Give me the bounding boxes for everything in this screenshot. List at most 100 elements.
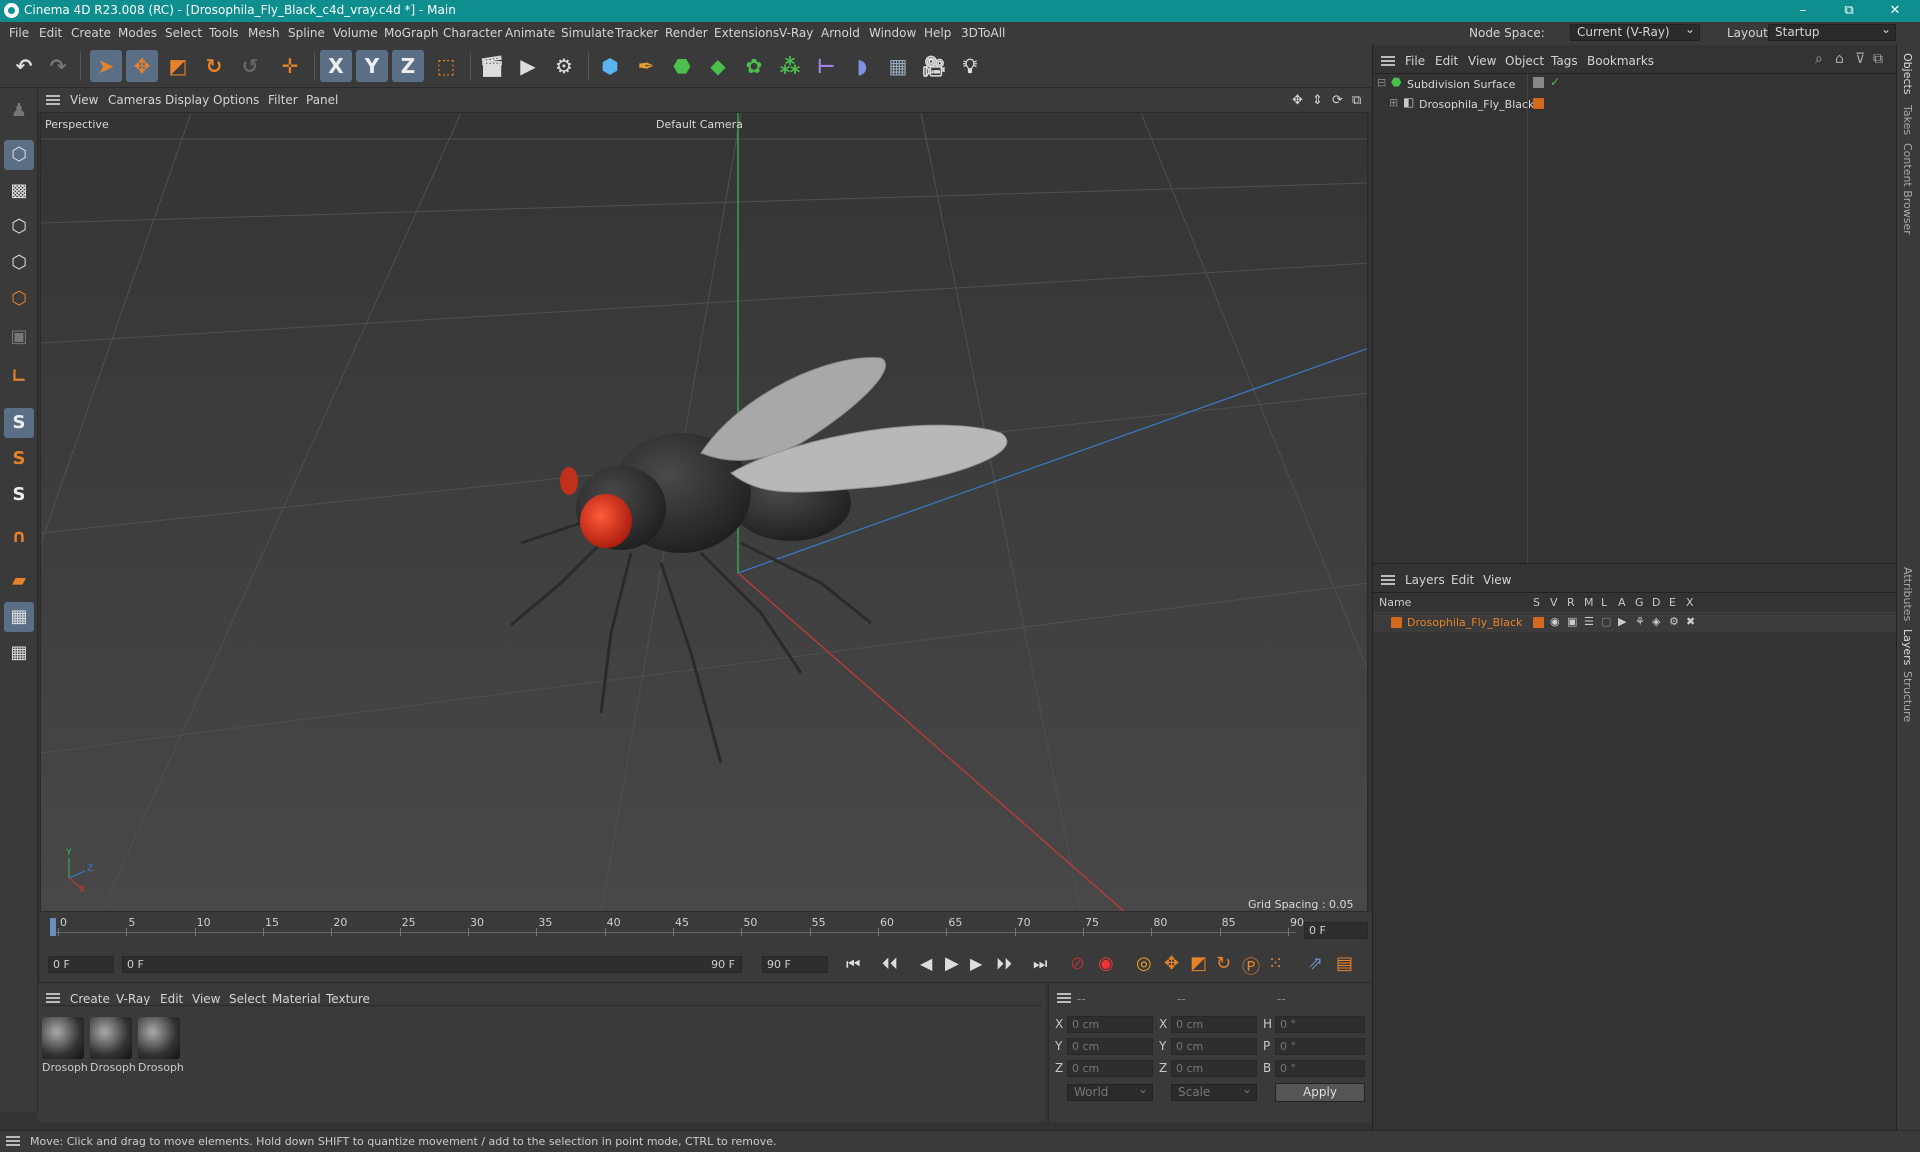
apply-button[interactable]: Apply [1275, 1083, 1365, 1102]
layer-row[interactable]: Drosophila_Fly_Black ◉ ▣ ☰ ▢ ▶ ⚘ ◈ ⚙ ✖ [1373, 614, 1897, 632]
snap-toggle-button[interactable]: S [4, 408, 34, 438]
material-menu-edit[interactable]: Edit [160, 992, 183, 1006]
grid-plane-button[interactable]: ▦ [4, 602, 34, 632]
layer-animation-icon[interactable]: ▶ [1618, 615, 1626, 628]
layer-generator-icon[interactable]: ⚘ [1635, 615, 1645, 628]
tab-structure[interactable]: Structure [1901, 671, 1914, 722]
menu-tracker[interactable]: Tracker [615, 26, 658, 40]
axis-mode-button[interactable]: ∟ [4, 362, 34, 392]
menu-select[interactable]: Select [165, 26, 202, 40]
menu-animate[interactable]: Animate [505, 26, 555, 40]
material-menu-vray[interactable]: V-Ray [116, 992, 150, 1006]
frame-range-slider[interactable]: 0 F 90 F [122, 956, 742, 973]
viewport-menu-view[interactable]: View [70, 93, 98, 107]
menu-modes[interactable]: Modes [118, 26, 157, 40]
material-swatch-2[interactable]: Drosoph [90, 1017, 136, 1079]
tab-objects[interactable]: Objects [1901, 53, 1914, 95]
rot-b-field[interactable]: 0 ° [1275, 1060, 1365, 1077]
size-y-field[interactable]: 0 cm [1171, 1038, 1257, 1055]
layers-menu-edit[interactable]: Edit [1451, 573, 1474, 587]
layer-lock-icon[interactable]: ▢ [1601, 615, 1611, 628]
camera-button[interactable]: 🎥︎ [918, 50, 950, 82]
key-rotation-icon[interactable]: ↻ [1216, 953, 1231, 974]
deformer-button[interactable]: ⊢ [810, 50, 842, 82]
viewport-menu-options[interactable]: Options [213, 93, 259, 107]
workplane-button[interactable]: ▰ [4, 566, 34, 596]
move-tool-button[interactable]: ✥ [126, 50, 158, 82]
3d-viewport[interactable]: Perspective Default Camera Grid Spacing … [40, 112, 1368, 912]
edge-mode-button[interactable]: ⬡ [4, 248, 34, 278]
pos-x-field[interactable]: 0 cm [1067, 1016, 1153, 1033]
current-frame-field[interactable]: 0 F [1304, 922, 1368, 939]
node-space-dropdown[interactable]: Current (V-Ray) [1570, 22, 1700, 41]
key-pla-icon[interactable]: ⁙ [1268, 953, 1283, 974]
enabled-check-icon[interactable]: ✓ [1550, 75, 1560, 89]
tree-collapse-icon[interactable]: ⊟ [1377, 76, 1386, 89]
next-frame-icon[interactable]: ▶ [970, 954, 982, 973]
material-menu-view[interactable]: View [192, 992, 220, 1006]
timeline-window-icon[interactable]: ▤ [1336, 953, 1353, 974]
objects-menu-icon[interactable] [1381, 56, 1395, 66]
material-menu-create[interactable]: Create [70, 992, 110, 1006]
menu-character[interactable]: Character [443, 26, 502, 40]
render-settings-button[interactable]: ⚙ [548, 50, 580, 82]
menu-create[interactable]: Create [71, 26, 111, 40]
texture-mode-button[interactable]: ▩ [4, 176, 34, 206]
uv-mode-button[interactable]: ▣ [4, 322, 34, 352]
layout-dropdown[interactable]: Startup [1768, 22, 1896, 41]
filter-icon[interactable]: ⊽ [1855, 51, 1865, 67]
viewport-menu-filter[interactable]: Filter [268, 93, 298, 107]
previous-frame-icon[interactable]: ◀ [920, 954, 932, 973]
viewport-zoom-icon[interactable]: ⇕ [1312, 93, 1323, 108]
rot-p-field[interactable]: 0 ° [1275, 1038, 1365, 1055]
layer-color-swatch[interactable] [1533, 98, 1544, 109]
menu-spline[interactable]: Spline [288, 26, 325, 40]
keyframe-selection-icon[interactable]: ◎ [1136, 953, 1152, 974]
viewport-rotate-icon[interactable]: ⟳ [1332, 93, 1343, 108]
layer-deformer-icon[interactable]: ◈ [1652, 615, 1660, 628]
key-scale-icon[interactable]: ◩ [1190, 953, 1207, 974]
objects-menu-bookmarks[interactable]: Bookmarks [1587, 54, 1654, 68]
select-tool-button[interactable]: ➤ [90, 50, 122, 82]
layer-expression-icon[interactable]: ⚙ [1669, 615, 1679, 628]
point-mode-button[interactable]: ⬡ [4, 212, 34, 242]
viewport-menu-panel[interactable]: Panel [306, 93, 338, 107]
cube-button[interactable]: ⬢ [594, 50, 626, 82]
tab-attributes[interactable]: Attributes [1901, 567, 1914, 621]
add-tool-button[interactable]: ✛ [274, 50, 306, 82]
extrude-button[interactable]: ◆ [702, 50, 734, 82]
pos-y-field[interactable]: 0 cm [1067, 1038, 1153, 1055]
model-mode-button[interactable]: ⬡ [4, 140, 34, 170]
x-axis-lock-button[interactable]: X [320, 50, 352, 82]
snap-settings-button[interactable]: S [4, 444, 34, 474]
menu-mesh[interactable]: Mesh [248, 26, 280, 40]
layers-menu-view[interactable]: View [1483, 573, 1511, 587]
pos-z-field[interactable]: 0 cm [1067, 1060, 1153, 1077]
make-editable-button[interactable]: ♟ [4, 96, 34, 126]
render-view-button[interactable]: 🎬︎ [476, 50, 508, 82]
layers-menu-icon[interactable] [1381, 575, 1395, 585]
size-x-field[interactable]: 0 cm [1171, 1016, 1257, 1033]
layer-color-swatch[interactable] [1391, 617, 1402, 628]
objects-menu-view[interactable]: View [1468, 54, 1496, 68]
material-menu-texture[interactable]: Texture [326, 992, 370, 1006]
objects-menu-object[interactable]: Object [1505, 54, 1544, 68]
tab-content-browser[interactable]: Content Browser [1901, 143, 1914, 235]
tab-layers[interactable]: Layers [1901, 629, 1914, 665]
motion-mode-icon[interactable]: ⇗ [1308, 953, 1323, 974]
menu-3dtoall[interactable]: 3DToAll [961, 26, 1005, 40]
render-picture-viewer-button[interactable]: ▶ [512, 50, 544, 82]
pen-spline-button[interactable]: ✒ [630, 50, 662, 82]
objects-menu-file[interactable]: File [1405, 54, 1425, 68]
auto-key-icon[interactable]: ◉ [1098, 953, 1114, 974]
viewport-menu-icon[interactable] [46, 95, 60, 105]
objects-menu-tags[interactable]: Tags [1551, 54, 1578, 68]
material-swatch-3[interactable]: Drosoph [138, 1017, 184, 1079]
coords-menu-icon[interactable] [1057, 993, 1071, 1003]
go-to-end-icon[interactable]: ⏭ [1033, 954, 1047, 974]
tree-expand-icon[interactable]: ⊞ [1389, 96, 1398, 109]
layer-xref-icon[interactable]: ✖ [1686, 615, 1695, 628]
menu-tools[interactable]: Tools [209, 26, 239, 40]
menu-render[interactable]: Render [665, 26, 708, 40]
material-swatch-1[interactable]: Drosoph [42, 1017, 88, 1079]
